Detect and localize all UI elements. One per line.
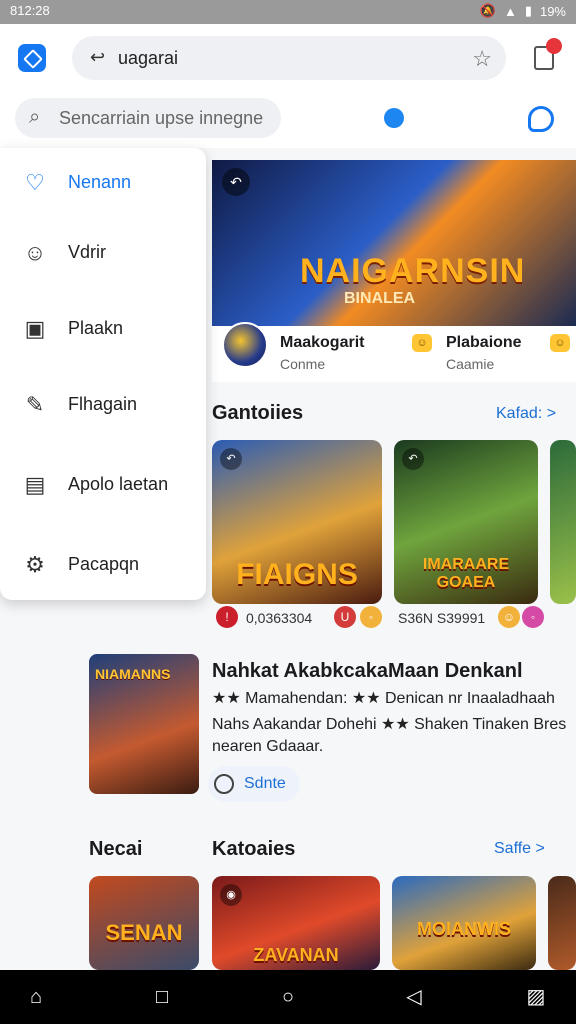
section-title: Katoaies bbox=[212, 838, 296, 860]
card-menu-icon[interactable]: ↶ bbox=[402, 448, 424, 470]
back-arrow-icon[interactable]: ↩ bbox=[90, 47, 105, 68]
pen-icon: ✎ bbox=[25, 392, 45, 417]
home-heart-icon: ♡ bbox=[25, 170, 45, 195]
feature-line: ★★ Mamahendan: ★★ Denican nr Inaaladhaah bbox=[212, 690, 555, 707]
section-left-title: Necai bbox=[89, 838, 143, 860]
hero-subtitle: BINALEA bbox=[344, 290, 416, 307]
browser-toolbar: ↩ uagarai ☆ ⌕ Sencarriain upse innegne bbox=[0, 24, 576, 148]
app2-subtitle: Caamie bbox=[446, 356, 495, 372]
location-pin-icon[interactable] bbox=[384, 108, 404, 128]
drawer-item-label: Pacapqn bbox=[68, 554, 140, 574]
drawer-item-card[interactable]: ▣ Plaakn bbox=[0, 298, 206, 358]
game-price: 0,0363304 bbox=[246, 610, 313, 626]
status-bar: 812:28 🔕 ▲ ▮ 19% bbox=[0, 0, 576, 24]
game-card[interactable]: SENAN bbox=[89, 876, 199, 970]
hero-title: NAIGARNSIN bbox=[300, 252, 526, 290]
feature-line: Nahs Aakandar Dohehi ★★ Shaken Tinaken B… bbox=[212, 716, 567, 733]
square-icon[interactable]: □ bbox=[150, 986, 174, 1008]
hero-back-icon[interactable]: ↶ bbox=[222, 168, 250, 196]
signal-icon: ▮ bbox=[524, 3, 532, 18]
drawer-item-label: Apolo laetan bbox=[68, 474, 169, 494]
wifi-icon: ▲ bbox=[503, 3, 517, 19]
app1-name[interactable]: Maakogarit bbox=[280, 334, 364, 352]
card-icon: ▣ bbox=[24, 316, 46, 341]
smile-icon: ☺ bbox=[498, 606, 520, 628]
drawer-item-label: Plaakn bbox=[68, 318, 124, 338]
card-menu-icon[interactable]: ◉ bbox=[220, 884, 242, 906]
game-price: S36N S39991 bbox=[398, 610, 486, 626]
back-icon[interactable]: ◁ bbox=[402, 986, 426, 1008]
search-placeholder: Sencarriain upse innegne bbox=[59, 108, 264, 128]
url-text[interactable]: uagarai bbox=[118, 48, 178, 69]
tag-icon: ◦ bbox=[522, 606, 544, 628]
app-logo-icon[interactable] bbox=[18, 44, 46, 72]
price-badge-icon: ! bbox=[216, 606, 238, 628]
gear-icon: ⚙ bbox=[25, 552, 45, 577]
see-more-link[interactable]: Saffe > bbox=[494, 840, 545, 858]
mute-icon: 🔕 bbox=[479, 3, 496, 18]
screenshot-icon[interactable]: ▨ bbox=[524, 986, 548, 1008]
game-card-caption: FIAIGNS bbox=[236, 558, 358, 591]
game-card-caption: SENAN bbox=[105, 920, 183, 945]
battery-label: 19% bbox=[539, 3, 566, 19]
chip-label: Sdnte bbox=[244, 775, 286, 792]
account-key-icon[interactable] bbox=[528, 106, 554, 132]
drawer-item-settings[interactable]: ⚙ Pacapqn bbox=[0, 534, 206, 594]
circle-icon[interactable]: ○ bbox=[276, 986, 300, 1008]
game-card[interactable]: ↶ IMARAARE GOAEA bbox=[394, 440, 538, 604]
drawer-item-label: Flhagain bbox=[68, 394, 138, 414]
search-icon: ⌕ bbox=[29, 106, 41, 128]
game-card[interactable]: ◉ ZAVANAN bbox=[212, 876, 380, 970]
drawer-item-wallet[interactable]: ▤ Apolo laetan bbox=[0, 454, 206, 514]
drawer-item-home[interactable]: ♡ Nenann bbox=[0, 152, 206, 212]
coin-icon: ◦ bbox=[360, 606, 382, 628]
app1-subtitle: Conme bbox=[280, 356, 326, 372]
card-menu-icon[interactable]: ↶ bbox=[220, 448, 242, 470]
game-card[interactable] bbox=[548, 876, 576, 970]
notification-badge bbox=[546, 38, 562, 54]
game-card[interactable]: ↶ FIAIGNS bbox=[212, 440, 382, 604]
app-avatar[interactable] bbox=[222, 322, 268, 368]
clock-icon bbox=[214, 774, 234, 794]
site-search-input[interactable]: ⌕ Sencarriain upse innegne bbox=[15, 98, 281, 138]
game-card-caption: IMARAARE GOAEA bbox=[422, 556, 510, 591]
drawer-item-chat[interactable]: ☺ Vdrir bbox=[0, 222, 206, 282]
rating-badge-icon: ☺ bbox=[412, 334, 432, 352]
drawer-item-label: Vdrir bbox=[68, 242, 107, 262]
game-card[interactable] bbox=[550, 440, 576, 604]
section-title: Gantoiies bbox=[212, 402, 304, 424]
status-icons: 🔕 ▲ ▮ 19% bbox=[480, 3, 566, 19]
feature-title[interactable]: Nahkat AkabkcakaMaan Denkanl bbox=[212, 660, 523, 683]
wallet-icon: ▤ bbox=[24, 472, 46, 497]
feature-chip[interactable]: Sdnte bbox=[208, 766, 300, 802]
drawer-item-pen[interactable]: ✎ Flhagain bbox=[0, 374, 206, 434]
system-nav-bar: ⌂ □ ○ ◁ ▨ bbox=[0, 970, 576, 1024]
game-card-caption: MOIANWIS bbox=[417, 919, 511, 939]
game-card-caption: ZAVANAN bbox=[253, 945, 339, 965]
game-card[interactable]: MOIANWIS bbox=[392, 876, 536, 970]
app2-name[interactable]: Plabaione bbox=[446, 334, 522, 352]
side-drawer: ♡ Nenann ☺ Vdrir ▣ Plaakn ✎ Flhagain ▤ A… bbox=[0, 148, 206, 600]
drawer-item-label: Nenann bbox=[68, 172, 132, 192]
home-icon[interactable]: ⌂ bbox=[24, 986, 48, 1008]
tag-icon: U bbox=[334, 606, 356, 628]
feature-image-caption: NIAMANNS bbox=[95, 666, 171, 682]
feature-image[interactable]: NIAMANNS bbox=[89, 654, 199, 794]
url-bar[interactable]: ↩ uagarai ☆ bbox=[72, 36, 506, 80]
status-time: 812:28 bbox=[10, 3, 50, 18]
chat-icon: ☺ bbox=[23, 240, 47, 265]
bookmark-star-icon[interactable]: ☆ bbox=[472, 46, 492, 72]
rating-badge-icon: ☺ bbox=[550, 334, 570, 352]
feature-line: nearen Gdaaar. bbox=[212, 738, 324, 755]
see-more-link[interactable]: Kafad: > bbox=[496, 405, 556, 423]
